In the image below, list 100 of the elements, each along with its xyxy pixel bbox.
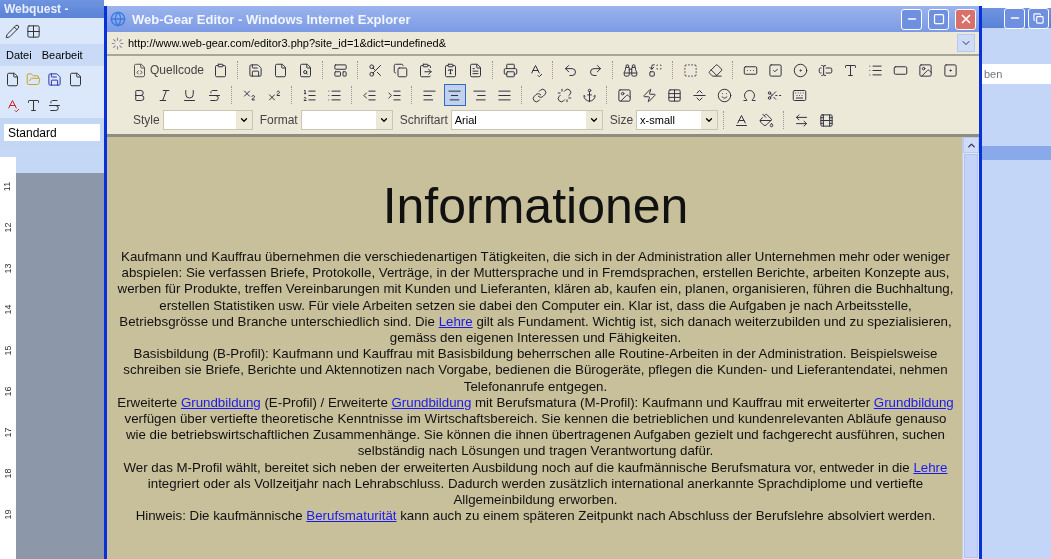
strikethrough-icon [207, 87, 222, 103]
text-color-icon [734, 112, 750, 128]
page-heading: Informationen [381, 177, 690, 235]
insert-option-icon [793, 62, 809, 78]
list-box-icon [868, 62, 884, 78]
paragraph: Erweiterte Grundbildung (E-Profil) / Erweiterte Grundbildung mit Berufsmatura (M-Profil): Kaufmann und Kauffrau mit erweiterter Grundbildung verfügen über vertiefte theoretische Kenntnisse im Wirtschaftsbereich. Sie kennen die betrieblichen und kundenrelevanten Abläufe genauso wie die betriebswirtschaftlichen Zusammenhänge. Sie können die ihnen übertragenen Aufgaben gezielt und fachgerecht ausführen, suchen selbständig nach Lösungen und tragen Verantwortung dafür. [116, 394, 955, 460]
ruler-number: 19 [1, 509, 14, 520]
eraser-icon [708, 62, 724, 78]
table-icon [667, 87, 682, 103]
text-area-icon [843, 62, 859, 78]
source-button[interactable]: Quellcode [129, 59, 208, 81]
restore-button[interactable] [1028, 7, 1049, 29]
minimize-button[interactable] [1004, 7, 1025, 29]
superscript-icon [267, 87, 282, 103]
minimize-button[interactable] [901, 8, 922, 30]
paragraph: Hinweis: Die kaufmännische Berufsmaturität kann auch zu einem späteren Zeitpunkt nach Abschluss der Berufslehre absolviert werden. [134, 508, 937, 525]
anchor-icon [582, 87, 597, 103]
caret-icon [378, 115, 389, 125]
save-icon [248, 62, 264, 78]
link[interactable]: Lehre [913, 459, 948, 475]
paragraph: Basisbildung (B-Profil): Kaufmann und Kauffrau mit Basisbildung beherrschen alle Routine-Arbeiten in der Administration. Beispielsweise schreiben sie Briefe, Berichte und Aktennotizen nach Vorgabe, bedienen die Bürogeräte, pflegen die Kunden- und Lieferantendatei, nehmen Telefonanrufe entgegen. [122, 346, 949, 395]
maximize-button[interactable] [928, 8, 949, 30]
ruler-number: 17 [1, 427, 14, 438]
ruler-number: 16 [1, 386, 14, 397]
link-icon [532, 87, 547, 103]
paste-word-icon [468, 62, 484, 78]
link[interactable]: Lehre [438, 313, 473, 329]
spellcheck-icon [528, 62, 544, 78]
window-title: Web-Gear Editor - Windows Internet Explorer [132, 11, 412, 27]
spellcheck-icon [5, 97, 20, 113]
text-direction-icon [794, 112, 810, 128]
style-field[interactable]: Standard [4, 124, 100, 141]
align-center-icon [447, 87, 462, 103]
link[interactable]: Grundbildung [873, 394, 954, 410]
select-field[interactable] [300, 110, 393, 130]
special-character-icon [742, 87, 757, 103]
select-field[interactable]: Arial [450, 110, 603, 130]
new-page-icon [273, 62, 289, 78]
caret-icon [704, 115, 715, 125]
scroll-up-button[interactable] [963, 137, 979, 153]
paragraph: Kaufmann und Kauffrau übernehmen die verschiedenartigen Tätigkeiten, die sich in der Administration aller Unternehmen mehr oder weniger abspielen: Sie verfassen Briefe, Protokolle, Verträge, in der Muttersprache und in Fremdsprachen, erstellen Berichte, arbeiten Konzepte aus, werben für Produkte, treffen Vereinbarungen mit Kunden und Lieferanten, klären ab, kaufen ein, planen, organisieren, führen die Buchhaltung, erstellen Statistiken usw. Für viele Arbeiten setzen sie dabei den Computer ein. Klar ist, dass die Aufgaben je nach Arbeitsstelle, Betriebsgrösse und Branche unterschiedlich sind. Die Lehre gilt als Fundament. Wichtig ist, sich danach weiterzubilden und zu spezialisieren, gemäss den eigenen Interessen und Fähigkeiten. [116, 249, 955, 347]
template-icon [333, 62, 349, 78]
loading-icon [111, 36, 124, 50]
caret-icon [588, 115, 599, 125]
copy-icon [393, 62, 409, 78]
select-label: Size [609, 113, 634, 127]
input-field[interactable]: ben [982, 64, 1051, 84]
align-left-icon [422, 87, 437, 103]
menu-item[interactable]: Bearbeit [41, 49, 83, 61]
binoculars-icon [623, 62, 639, 78]
preview-icon [298, 62, 314, 78]
select-field[interactable] [162, 110, 253, 130]
source-icon [132, 62, 147, 78]
text-icon [26, 97, 41, 113]
pencil-icon [5, 23, 20, 39]
italic-icon [157, 87, 172, 103]
toolbar-band [982, 146, 1051, 160]
paste-text-icon [443, 62, 459, 78]
select-label: Format [259, 113, 298, 127]
underline-icon [182, 87, 197, 103]
save-icon [47, 71, 62, 87]
smiley-icon [717, 87, 732, 103]
outdent-icon [362, 87, 377, 103]
media-icon [819, 112, 835, 128]
link[interactable]: Berufsmaturität [306, 508, 397, 524]
subscript-icon [242, 87, 257, 103]
close-button[interactable] [955, 8, 976, 30]
flash-icon [642, 87, 657, 103]
browser-icon [110, 11, 126, 27]
link[interactable]: Grundbildung [391, 394, 472, 410]
grid-icon [26, 23, 41, 39]
ruler-number: 18 [1, 468, 14, 479]
horizontal-rule-icon [692, 87, 707, 103]
select-field[interactable]: x-small [636, 110, 719, 130]
cut-icon [368, 62, 384, 78]
replace-icon [648, 62, 664, 78]
select-label: Style [133, 113, 160, 127]
indent-icon [387, 87, 402, 103]
image-icon [617, 87, 632, 103]
clipboard-icon [213, 62, 229, 78]
bold-icon [132, 87, 147, 103]
ruler-number: 12 [1, 222, 14, 233]
paint-bucket-icon [759, 112, 775, 128]
menu-item[interactable]: Datei [6, 49, 32, 61]
folder-icon [26, 71, 41, 87]
new-document-icon [5, 71, 20, 87]
numbered-list-icon [302, 87, 317, 103]
select-label: Schriftart [399, 113, 448, 127]
scrollbar-thumb[interactable] [964, 154, 978, 558]
align-right-icon [472, 87, 487, 103]
link[interactable]: Grundbildung [180, 394, 261, 410]
print-icon [503, 62, 519, 78]
ruler-number: 14 [1, 304, 14, 315]
insert-tick-box-icon [768, 62, 784, 78]
strikethrough-icon [47, 97, 62, 113]
image-input-icon [918, 62, 934, 78]
justify-icon [497, 87, 512, 103]
unlink-icon [557, 87, 572, 103]
window-title: Webquest - [4, 2, 69, 16]
paste-icon [418, 62, 434, 78]
